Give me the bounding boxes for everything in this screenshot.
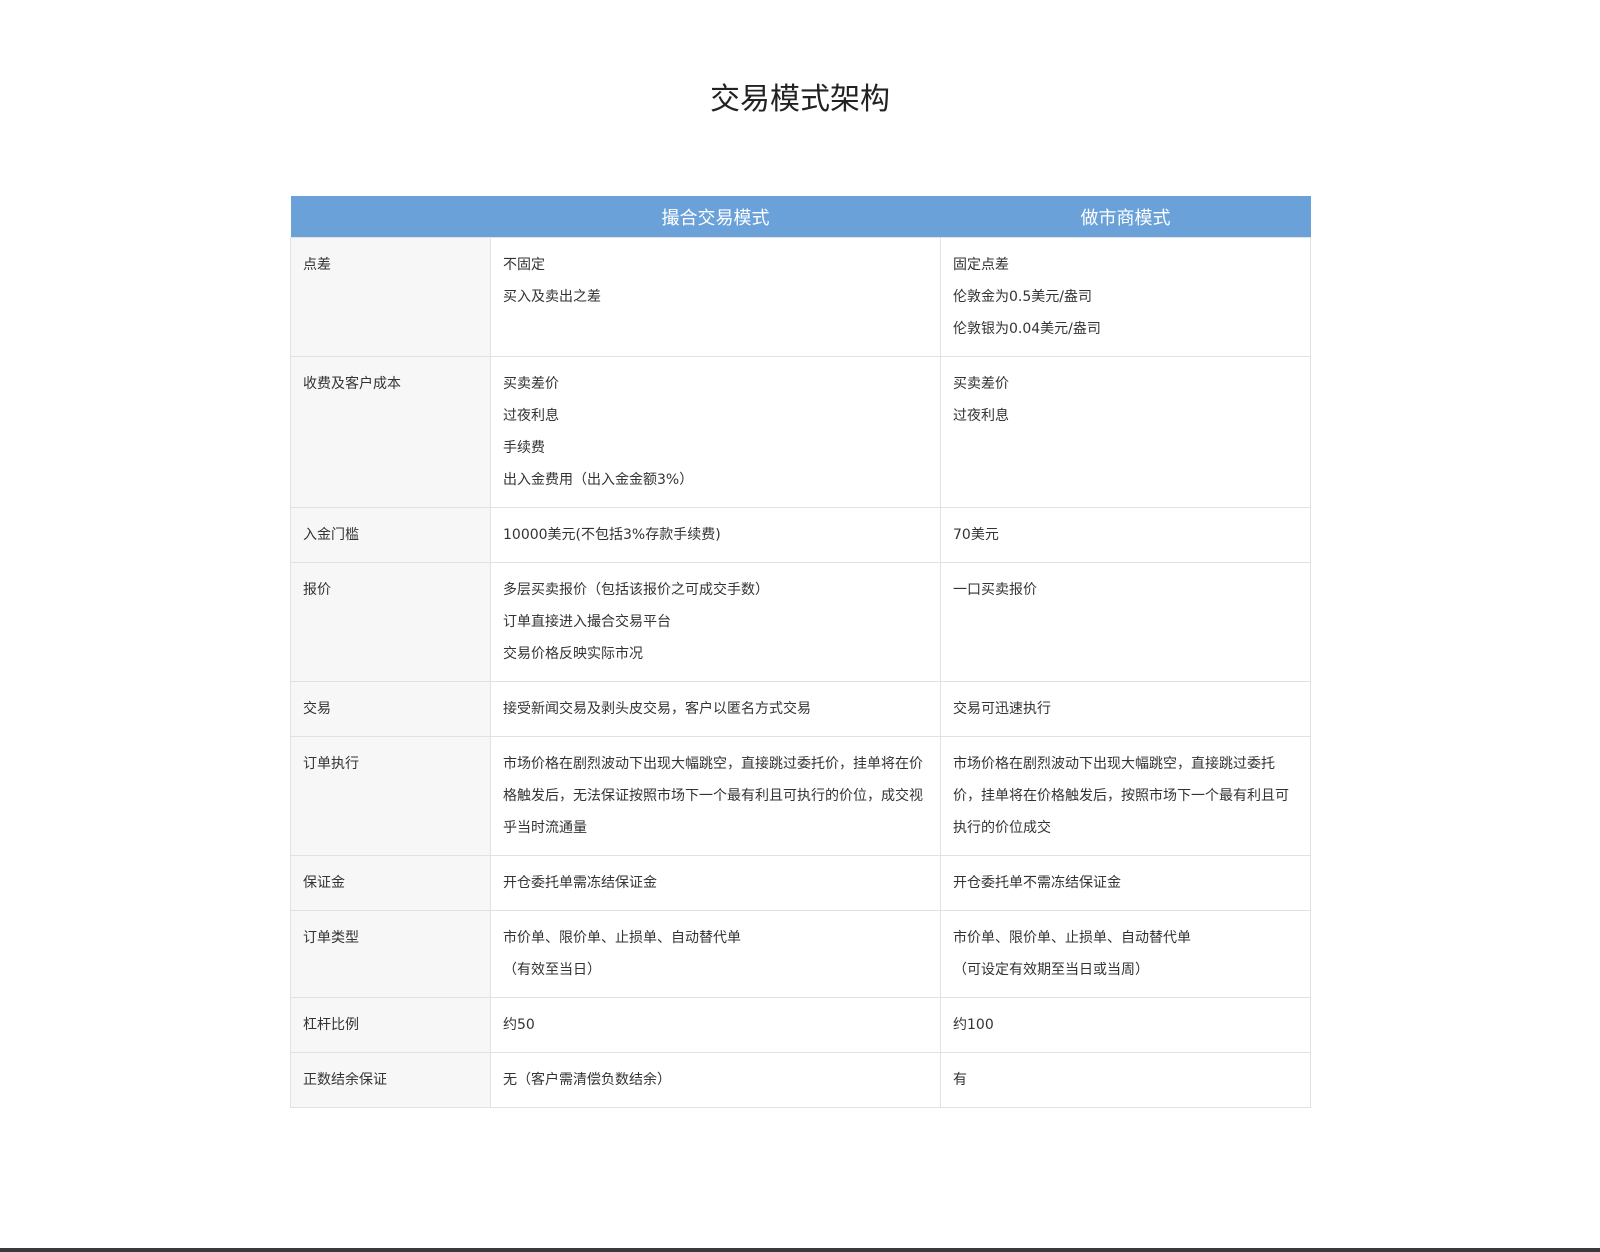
table-row: 报价 多层买卖报价（包括该报价之可成交手数） 订单直接进入撮合交易平台 交易价格反映实…: [290, 562, 1311, 682]
page-title: 交易模式架构: [710, 82, 890, 117]
cell-text-line: 有: [953, 1072, 967, 1088]
market-maker-cell: 一口买卖报价: [940, 562, 1311, 682]
cell-text-line: 市场价格在剧烈波动下出现大幅跳空，直接跳过委托价，挂单将在价格触发后，按照市场下…: [953, 756, 1289, 836]
matching-mode-cell: 不固定买入及卖出之差: [490, 237, 941, 357]
cell-text-line: 10000美元(不包括3%存款手续费): [503, 527, 721, 543]
header-cell-empty: [290, 196, 491, 238]
cell-text-line: 买卖差价: [503, 376, 559, 392]
table-row: 订单类型 市价单、限价单、止损单、自动替代单 （有效至当日） 市价单、限价单、止损单、…: [290, 910, 1311, 998]
matching-mode-cell: 无（客户需清偿负数结余）: [490, 1052, 941, 1108]
cell-text-line: 出入金费用（出入金金额3%）: [503, 472, 694, 488]
matching-mode-cell: 接受新闻交易及剥头皮交易，客户以匿名方式交易: [490, 681, 941, 737]
market-maker-cell: 固定点差伦敦金为0.5美元/盎司 伦敦银为0.04美元/盎司: [940, 237, 1311, 357]
header-row: 撮合交易模式 做市商模式: [290, 196, 1311, 238]
matching-mode-cell: 约50: [490, 997, 941, 1053]
comparison-table: 撮合交易模式 做市商模式 点差 不固定 买入及卖出之差 固定点差 伦敦金为0.5美元/盎…: [290, 196, 1311, 1108]
row-label: 报价: [290, 562, 491, 682]
cell-text-line: 无（客户需清偿负数结余）: [503, 1072, 671, 1088]
cell-text-line: 一口买卖报价: [953, 582, 1037, 598]
table-header: 撮合交易模式 做市商模式: [290, 196, 1311, 238]
row-label: 杠杆比例: [290, 997, 491, 1053]
matching-mode-cell: 多层买卖报价（包括该报价之可成交手数） 订单直接进入撮合交易平台 交易价格反映实际市…: [490, 562, 941, 682]
row-label: 交易: [290, 681, 491, 737]
cell-text-line: 市场价格在剧烈波动下出现大幅跳空，直接跳过委托价，挂单将在价格触发后，无法保证按…: [503, 756, 923, 836]
cell-text-line: 订单直接进入撮合交易平台: [503, 614, 671, 630]
cell-text-line: 多层买卖报价（包括该报价之可成交手数）: [503, 582, 769, 598]
row-label: 入金门槛: [290, 507, 491, 563]
table-body: 点差 不固定 买入及卖出之差 固定点差 伦敦金为0.5美元/盎司 伦敦银为0.04美元/盎…: [290, 237, 1311, 1108]
market-maker-cell: 约100: [940, 997, 1311, 1053]
market-maker-cell: 市场价格在剧烈波动下出现大幅跳空，直接跳过委托价，挂单将在价格触发后，按照市场下…: [940, 736, 1311, 856]
cell-text-line: 固定点差: [953, 257, 1009, 273]
cell-text-line: 接受新闻交易及剥头皮交易，客户以匿名方式交易: [503, 701, 811, 717]
cell-text-line: 开仓委托单需冻结保证金: [503, 875, 657, 891]
table-row: 杠杆比例 约50 约100: [290, 997, 1311, 1053]
table-row: 交易 接受新闻交易及剥头皮交易，客户以匿名方式交易 交易可迅速执行: [290, 681, 1311, 737]
cell-text-line: 不固定: [503, 257, 545, 273]
market-maker-cell: 市价单、限价单、止损单、自动替代单 （可设定有效期至当日或当周）: [940, 910, 1311, 998]
market-maker-cell: 开仓委托单不需冻结保证金: [940, 855, 1311, 911]
matching-mode-cell: 市价单、限价单、止损单、自动替代单 （有效至当日）: [490, 910, 941, 998]
cell-text-line: 买卖差价: [953, 376, 1009, 392]
footer-bar: [0, 1248, 1600, 1252]
cell-text-line: 伦敦金为0.5美元/盎司: [953, 289, 1092, 305]
row-label: 保证金: [290, 855, 491, 911]
table-row: 入金门槛 10000美元(不包括3%存款手续费) 70美元: [290, 507, 1311, 563]
table-row: 点差 不固定 买入及卖出之差 固定点差 伦敦金为0.5美元/盎司 伦敦银为0.04美元/盎…: [290, 237, 1311, 357]
row-label: 订单执行: [290, 736, 491, 856]
cell-text-line: （有效至当日）: [503, 962, 601, 978]
matching-mode-cell: 市场价格在剧烈波动下出现大幅跳空，直接跳过委托价，挂单将在价格触发后，无法保证按…: [490, 736, 941, 856]
cell-text-line: 约100: [953, 1017, 994, 1033]
matching-mode-cell: 买卖差价过夜利息手续费出入金费用（出入金金额3%）: [490, 356, 941, 508]
cell-text-line: 买入及卖出之差: [503, 289, 601, 305]
header-cell-market-maker-mode: 做市商模式: [940, 196, 1311, 238]
row-label: 正数结余保证: [290, 1052, 491, 1108]
cell-text-line: 手续费: [503, 440, 545, 456]
cell-text-line: 市价单、限价单、止损单、自动替代单: [953, 930, 1191, 946]
table-row: 收费及客户成本 买卖差价 过夜利息 手续费 出入金费用（出入金金额3%） 买卖差价 过夜利息: [290, 356, 1311, 508]
table-row: 保证金 开仓委托单需冻结保证金 开仓委托单不需冻结保证金: [290, 855, 1311, 911]
cell-text-line: （可设定有效期至当日或当周）: [953, 962, 1149, 978]
cell-text-line: 70美元: [953, 527, 999, 543]
market-maker-cell: 70美元: [940, 507, 1311, 563]
cell-text-line: 过夜利息: [953, 408, 1009, 424]
market-maker-cell: 买卖差价 过夜利息: [940, 356, 1311, 508]
row-label: 点差: [290, 237, 491, 357]
row-label: 订单类型: [290, 910, 491, 998]
cell-text-line: 交易价格反映实际市况: [503, 646, 643, 662]
market-maker-cell: 有: [940, 1052, 1311, 1108]
cell-text-line: 过夜利息: [503, 408, 559, 424]
header-cell-matching-mode: 撮合交易模式: [490, 196, 941, 238]
matching-mode-cell: 开仓委托单需冻结保证金: [490, 855, 941, 911]
cell-text-line: 市价单、限价单、止损单、自动替代单: [503, 930, 741, 946]
table-row: 正数结余保证 无（客户需清偿负数结余） 有: [290, 1052, 1311, 1108]
matching-mode-cell: 10000美元(不包括3%存款手续费): [490, 507, 941, 563]
table-row: 订单执行 市场价格在剧烈波动下出现大幅跳空，直接跳过委托价，挂单将在价格触发后，无…: [290, 736, 1311, 856]
cell-text-line: 开仓委托单不需冻结保证金: [953, 875, 1121, 891]
row-label: 收费及客户成本: [290, 356, 491, 508]
market-maker-cell: 交易可迅速执行: [940, 681, 1311, 737]
cell-text-line: 伦敦银为0.04美元/盎司: [953, 321, 1101, 337]
cell-text-line: 交易可迅速执行: [953, 701, 1051, 717]
cell-text-line: 约50: [503, 1017, 535, 1033]
